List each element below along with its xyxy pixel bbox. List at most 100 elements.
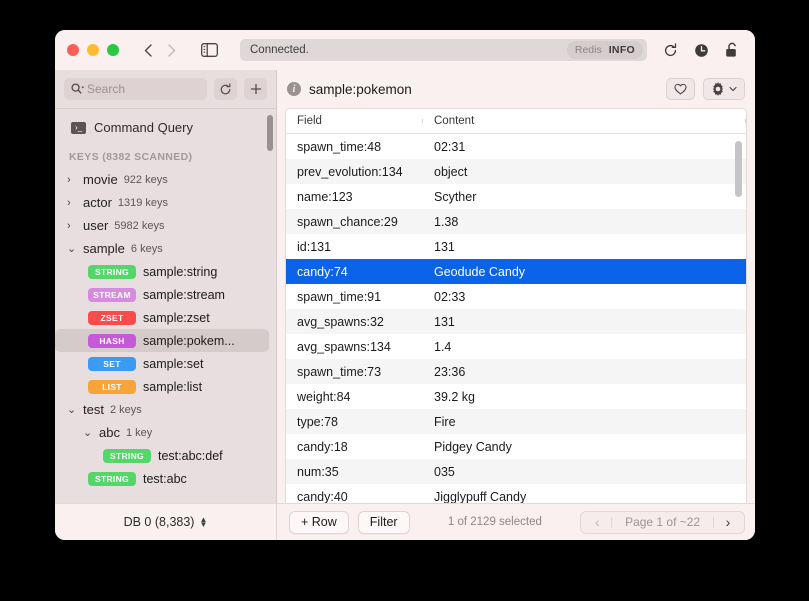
table-row[interactable]: weight:84 39.2 kg — [286, 384, 746, 409]
key-header: i sample:pokemon — [277, 70, 755, 108]
column-header-content[interactable]: Content — [423, 115, 746, 127]
database-selector[interactable]: DB 0 (8,383) ▲ ▼ — [55, 504, 277, 540]
table-row[interactable]: avg_spawns:32 131 — [286, 309, 746, 334]
table-row[interactable]: candy:18 Pidgey Candy — [286, 434, 746, 459]
table-row[interactable]: id:131 131 — [286, 234, 746, 259]
table-row[interactable]: name:123 Scyther — [286, 184, 746, 209]
cell-content: Scyther — [434, 189, 477, 204]
type-badge: ZSET — [88, 310, 136, 325]
tree-group-abc[interactable]: ⌄ abc 1 key — [55, 421, 276, 444]
table-row[interactable]: candy:40 Jigglypuff Candy — [286, 484, 746, 504]
sidebar-refresh-button[interactable] — [214, 78, 237, 100]
key-item-sample-pokemon[interactable]: HASH sample:pokem... — [55, 329, 269, 352]
tree-group-test[interactable]: ⌄ test 2 keys — [55, 398, 276, 421]
info-label: INFO — [608, 44, 635, 56]
cell-field: spawn_time:91 — [297, 289, 382, 304]
tree-group-count: 5982 keys — [114, 219, 165, 232]
column-header-field[interactable]: Field — [286, 115, 423, 127]
sidebar-scrollbar[interactable] — [267, 115, 273, 151]
key-tree: ›_ Command Query KEYS (8382 SCANNED) › m… — [55, 108, 276, 503]
table-scrollbar[interactable] — [735, 141, 742, 197]
heart-icon — [674, 83, 687, 95]
maximize-button[interactable] — [107, 44, 119, 56]
plus-icon — [250, 83, 261, 95]
info-icon[interactable]: i — [287, 82, 301, 96]
table-row-selected[interactable]: candy:74 Geodude Candy — [286, 259, 746, 284]
cell-field: id:131 — [297, 239, 332, 254]
navigation-buttons — [137, 39, 183, 61]
filter-button[interactable]: Filter — [357, 510, 410, 534]
page-label: Page 1 of ~22 — [625, 515, 701, 529]
cell-field: spawn_time:48 — [297, 139, 382, 154]
tree-group-sample[interactable]: ⌄ sample 6 keys — [55, 237, 276, 260]
settings-button[interactable] — [703, 78, 745, 100]
key-item-sample-list[interactable]: LIST sample:list — [55, 375, 276, 398]
cell-content: 39.2 kg — [434, 389, 476, 404]
key-item-sample-stream[interactable]: STREAM sample:stream — [55, 283, 276, 306]
table-row[interactable]: spawn_time:91 02:33 — [286, 284, 746, 309]
chevron-right-icon: › — [67, 196, 71, 209]
table-row[interactable]: prev_evolution:134 object — [286, 159, 746, 184]
key-item-test-abc-def[interactable]: STRING test:abc:def — [55, 444, 276, 467]
tree-group-name: abc — [99, 425, 120, 440]
tree-group-count: 1319 keys — [117, 196, 169, 209]
tree-group-name: sample — [83, 241, 125, 256]
sidebar-toggle-icon[interactable] — [201, 43, 218, 57]
app-window: Connected. Redis INFO Search ›_ Command … — [55, 30, 755, 540]
database-label: DB 0 (8,383) — [123, 515, 195, 529]
key-item-sample-set[interactable]: SET sample:set — [55, 352, 276, 375]
titlebar-actions — [663, 42, 743, 58]
tree-group-actor[interactable]: › actor 1319 keys — [55, 191, 276, 214]
key-label: test:abc:def — [158, 448, 223, 463]
tree-group-movie[interactable]: › movie 922 keys — [55, 168, 276, 191]
window-body: Search ›_ Command Query KEYS (8382 SCANN… — [55, 70, 755, 503]
sidebar: Search ›_ Command Query KEYS (8382 SCANN… — [55, 70, 277, 503]
key-item-test-abc[interactable]: STRING test:abc — [55, 467, 276, 490]
table-row[interactable]: spawn_time:48 02:31 — [286, 134, 746, 159]
pagination-control: ‹ | Page 1 of ~22 | › — [580, 510, 745, 534]
cell-content: Geodude Candy — [434, 264, 526, 279]
main-pane: i sample:pokemon Field Content spawn_tim… — [277, 70, 755, 503]
cell-field: name:123 — [297, 189, 353, 204]
add-key-button[interactable] — [244, 78, 267, 100]
favorite-button[interactable] — [666, 78, 695, 100]
clock-icon[interactable] — [694, 43, 709, 58]
tree-group-user[interactable]: › user 5982 keys — [55, 214, 276, 237]
add-row-button[interactable]: + Row — [289, 510, 349, 534]
keys-section-header: KEYS (8382 SCANNED) — [69, 151, 193, 163]
cell-field: prev_evolution:134 — [297, 164, 403, 179]
back-button[interactable] — [137, 39, 159, 61]
search-input[interactable]: Search — [64, 78, 207, 100]
command-query-item[interactable]: ›_ Command Query — [55, 113, 276, 142]
filter-label: Filter — [369, 515, 398, 529]
table-row[interactable]: avg_spawns:134 1.4 — [286, 334, 746, 359]
refresh-icon[interactable] — [663, 42, 678, 58]
chevron-right-icon: › — [67, 173, 71, 186]
cell-content: 02:31 — [434, 139, 466, 154]
cell-field: avg_spawns:32 — [297, 314, 384, 329]
tree-group-count: 1 key — [125, 426, 153, 439]
key-item-sample-string[interactable]: STRING sample:string — [55, 260, 276, 283]
cell-content: Pidgey Candy — [434, 439, 512, 454]
next-page-button[interactable]: › — [715, 514, 741, 530]
table-row[interactable]: num:35 035 — [286, 459, 746, 484]
cell-field: num:35 — [297, 464, 339, 479]
table-row[interactable]: spawn_time:73 23:36 — [286, 359, 746, 384]
unlock-icon[interactable] — [725, 42, 739, 58]
table-row[interactable]: spawn_chance:29 1.38 — [286, 209, 746, 234]
cell-field: avg_spawns:134 — [297, 339, 391, 354]
chevron-down-icon: ⌄ — [83, 427, 93, 439]
tree-group-count: 922 keys — [123, 173, 168, 186]
minimize-button[interactable] — [87, 44, 99, 56]
forward-button[interactable] — [161, 39, 183, 61]
close-button[interactable] — [67, 44, 79, 56]
type-badge: STRING — [88, 471, 136, 486]
chevron-right-icon: › — [67, 219, 71, 232]
cell-content: Jigglypuff Candy — [434, 489, 527, 504]
key-item-sample-zset[interactable]: ZSET sample:zset — [55, 306, 276, 329]
page-title: sample:pokemon — [309, 81, 412, 97]
table-row[interactable]: type:78 Fire — [286, 409, 746, 434]
cell-field: weight:84 — [297, 389, 351, 404]
redis-info-pill[interactable]: Redis INFO — [566, 41, 643, 59]
previous-page-button[interactable]: ‹ — [584, 514, 610, 530]
